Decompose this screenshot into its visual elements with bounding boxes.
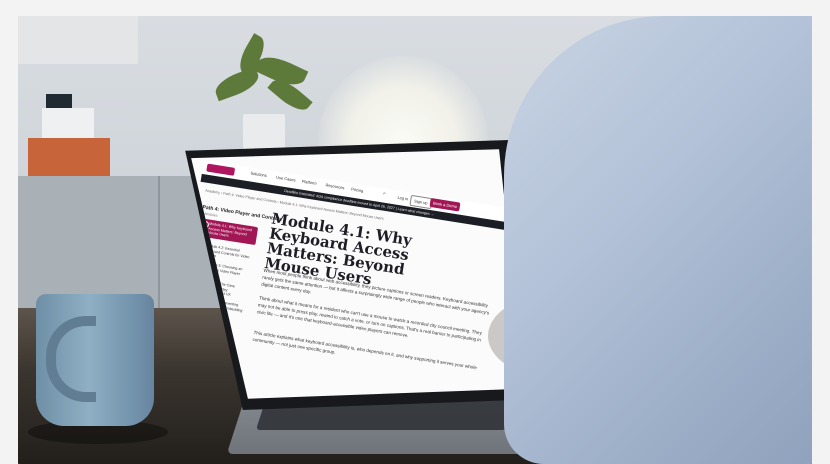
site-logo[interactable] <box>206 163 236 176</box>
search-icon[interactable]: ⌕ <box>383 190 387 196</box>
nav-use-cases[interactable]: Use Cases <box>276 175 296 183</box>
cabinet-divider <box>158 176 160 316</box>
person-shoulder <box>504 16 812 464</box>
module-number: 2 <box>197 242 206 251</box>
page-frame: Solutions Use Cases Platform Resources P… <box>0 0 830 464</box>
lamp-base <box>28 138 110 176</box>
laptop: Solutions Use Cases Platform Resources P… <box>178 140 538 410</box>
nav-resources[interactable]: Resources <box>325 182 345 190</box>
module-number: 3 <box>195 260 204 269</box>
nav-pricing[interactable]: Pricing <box>351 186 364 193</box>
book-demo-button[interactable]: Book a Demo <box>429 197 461 212</box>
lamp-shade <box>18 16 138 64</box>
stock-photo: Solutions Use Cases Platform Resources P… <box>18 16 812 464</box>
module-number: 4 <box>192 277 201 286</box>
sidebar-item-label: Module 4.1: Why Keyboard Access Matters:… <box>207 221 253 238</box>
nav-platform[interactable]: Platform <box>302 179 318 186</box>
nav-solutions[interactable]: Solutions <box>250 170 267 178</box>
plant-leaf <box>211 66 263 102</box>
module-number: 5 <box>191 295 198 304</box>
